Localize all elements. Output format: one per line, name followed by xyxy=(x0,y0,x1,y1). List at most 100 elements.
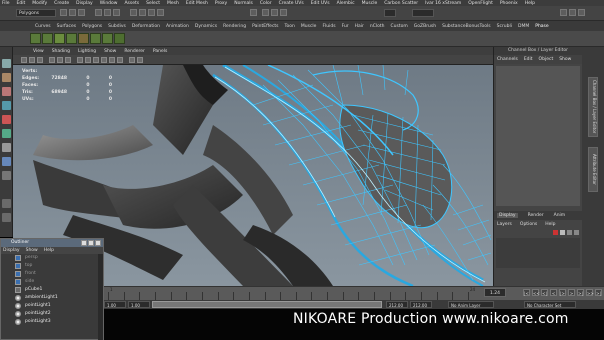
menu-create[interactable]: Create xyxy=(54,1,69,6)
tab-attribute-editor[interactable]: Attribute Editor xyxy=(588,147,598,192)
wireframe-icon[interactable] xyxy=(77,57,83,63)
new-layer-selected-icon[interactable] xyxy=(560,230,565,235)
panel-menu-shading[interactable]: Shading xyxy=(52,49,70,54)
playback-button[interactable]: >| xyxy=(577,289,584,296)
layer-tab-display[interactable]: Display xyxy=(497,213,518,218)
shelf-tab-subdivs[interactable]: Subdivs xyxy=(108,24,126,29)
shelf-button-2[interactable] xyxy=(42,33,53,44)
range-bar[interactable] xyxy=(152,301,382,308)
menu-create-uvs[interactable]: Create UVs xyxy=(279,1,304,6)
outliner-menu-show[interactable]: Show xyxy=(26,248,38,253)
menu-normals[interactable]: Normals xyxy=(234,1,253,6)
quick-input-field[interactable] xyxy=(412,9,434,17)
paint-select-tool-icon[interactable] xyxy=(2,87,11,96)
shelf-button-1[interactable] xyxy=(30,33,41,44)
playback-button[interactable]: |< xyxy=(523,289,530,296)
panel-menu-show[interactable]: Show xyxy=(104,49,116,54)
smooth-shade-icon[interactable] xyxy=(85,57,91,63)
shelf-tab-fluids[interactable]: Fluids xyxy=(322,24,335,29)
layer-tab-render[interactable]: Render xyxy=(528,213,544,218)
menu-set-dropdown[interactable]: Polygons xyxy=(16,9,56,17)
menu-assets[interactable]: Assets xyxy=(124,1,139,6)
shelf-tab-dmm[interactable]: DMM xyxy=(518,24,529,29)
playback-button[interactable]: >> xyxy=(586,289,594,296)
input-field-mode[interactable] xyxy=(384,9,396,17)
menu-color[interactable]: Color xyxy=(260,1,272,6)
menu-mesh[interactable]: Mesh xyxy=(167,1,179,6)
lasso-tool-icon[interactable] xyxy=(2,73,11,82)
panel-menu-renderer[interactable]: Renderer xyxy=(124,49,145,54)
render-icon[interactable] xyxy=(262,9,269,16)
layer-menu-layers[interactable]: Layers xyxy=(497,222,512,227)
outliner-item[interactable]: pCube1 xyxy=(1,286,103,294)
wireframe-on-shaded-icon[interactable] xyxy=(93,57,99,63)
menu-phoenix[interactable]: Phoenix xyxy=(500,1,518,6)
inner-start-field[interactable]: 1.00 xyxy=(128,301,150,308)
select-tool-icon[interactable] xyxy=(2,59,11,68)
layer-up-icon[interactable] xyxy=(567,230,572,235)
layer-menu-help[interactable]: Help xyxy=(545,222,555,227)
ipr-render-icon[interactable] xyxy=(271,9,278,16)
menu-muscle[interactable]: Muscle xyxy=(362,1,378,6)
outliner-scrollbar[interactable] xyxy=(98,254,103,340)
menu-ivar-16-xstream[interactable]: Ivar 16 xStream xyxy=(425,1,461,6)
shelf-tab-gozbrush[interactable]: GoZBrush xyxy=(414,24,436,29)
layer-down-icon[interactable] xyxy=(574,230,579,235)
panel-menu-panels[interactable]: Panels xyxy=(153,49,167,54)
shelf-tab-polygons[interactable]: Polygons xyxy=(82,24,102,29)
menu-carbon-scatter[interactable]: Carbon Scatter xyxy=(384,1,418,6)
maximize-icon[interactable] xyxy=(88,240,94,246)
select-component-icon[interactable] xyxy=(113,9,120,16)
outliner-item[interactable]: pointLight2 xyxy=(1,310,103,318)
isolate-select-icon[interactable] xyxy=(137,57,143,63)
xray-icon[interactable] xyxy=(129,57,135,63)
menu-file[interactable]: File xyxy=(2,1,10,6)
anim-layer-dropdown[interactable]: No Anim Layer xyxy=(448,301,494,308)
current-frame-field[interactable]: 1.24 xyxy=(484,288,506,297)
menu-openflight[interactable]: OpenFlight xyxy=(468,1,493,6)
channel-menu-edit[interactable]: Edit xyxy=(524,57,533,62)
shelf-tab-rendering[interactable]: Rendering xyxy=(223,24,246,29)
shelf-tab-ncloth[interactable]: nCloth xyxy=(370,24,385,29)
camera-attributes-icon[interactable] xyxy=(29,57,35,63)
layout-four-icon[interactable] xyxy=(2,213,11,222)
playback-button[interactable]: << xyxy=(532,289,540,296)
time-slider[interactable]: 1.24 |< << <| < |> > >| >> >| 1 24 xyxy=(104,286,604,300)
panel-menu-view[interactable]: View xyxy=(33,49,44,54)
inner-end-field[interactable]: 212.00 xyxy=(386,301,408,308)
toggle-attribute-editor-icon[interactable] xyxy=(560,9,567,16)
bookmark-icon[interactable] xyxy=(37,57,43,63)
shelf-tab-animation[interactable]: Animation xyxy=(166,24,189,29)
snap-plane-icon[interactable] xyxy=(157,9,164,16)
outliner-item[interactable]: side xyxy=(1,278,103,286)
layer-menu-options[interactable]: Options xyxy=(520,222,537,227)
channel-menu-show[interactable]: Show xyxy=(559,57,571,62)
menu-alembic[interactable]: Alembic xyxy=(337,1,355,6)
shelf-button-7[interactable] xyxy=(102,33,113,44)
snap-grid-icon[interactable] xyxy=(130,9,137,16)
snap-point-icon[interactable] xyxy=(148,9,155,16)
menu-modify[interactable]: Modify xyxy=(32,1,47,6)
playback-button[interactable]: |> xyxy=(559,289,566,296)
shelf-button-5[interactable] xyxy=(78,33,89,44)
panel-menu-lighting[interactable]: Lighting xyxy=(78,49,96,54)
channel-menu-object[interactable]: Object xyxy=(539,57,554,62)
snap-curve-icon[interactable] xyxy=(139,9,146,16)
select-hierarchy-icon[interactable] xyxy=(95,9,102,16)
shelf-tab-hair[interactable]: Hair xyxy=(355,24,364,29)
shelf-tab-surfaces[interactable]: Surfaces xyxy=(57,24,77,29)
film-gate-icon[interactable] xyxy=(57,57,63,63)
shelf-tab-scrubli[interactable]: Scrubli xyxy=(497,24,512,29)
toggle-tool-settings-icon[interactable] xyxy=(569,9,576,16)
layout-single-icon[interactable] xyxy=(2,199,11,208)
outliner-menu-help[interactable]: Help xyxy=(44,248,54,253)
outliner-item[interactable]: front xyxy=(1,270,103,278)
playback-button[interactable]: < xyxy=(550,289,557,296)
menu-display[interactable]: Display xyxy=(76,1,93,6)
shelf-tab-deformation[interactable]: Deformation xyxy=(132,24,160,29)
shelf-tab-curves[interactable]: Curves xyxy=(35,24,51,29)
menu-edit[interactable]: Edit xyxy=(17,1,26,6)
end-time-field[interactable]: 212.00 xyxy=(410,301,432,308)
lights-icon[interactable] xyxy=(109,57,115,63)
playback-button[interactable]: > xyxy=(568,289,575,296)
